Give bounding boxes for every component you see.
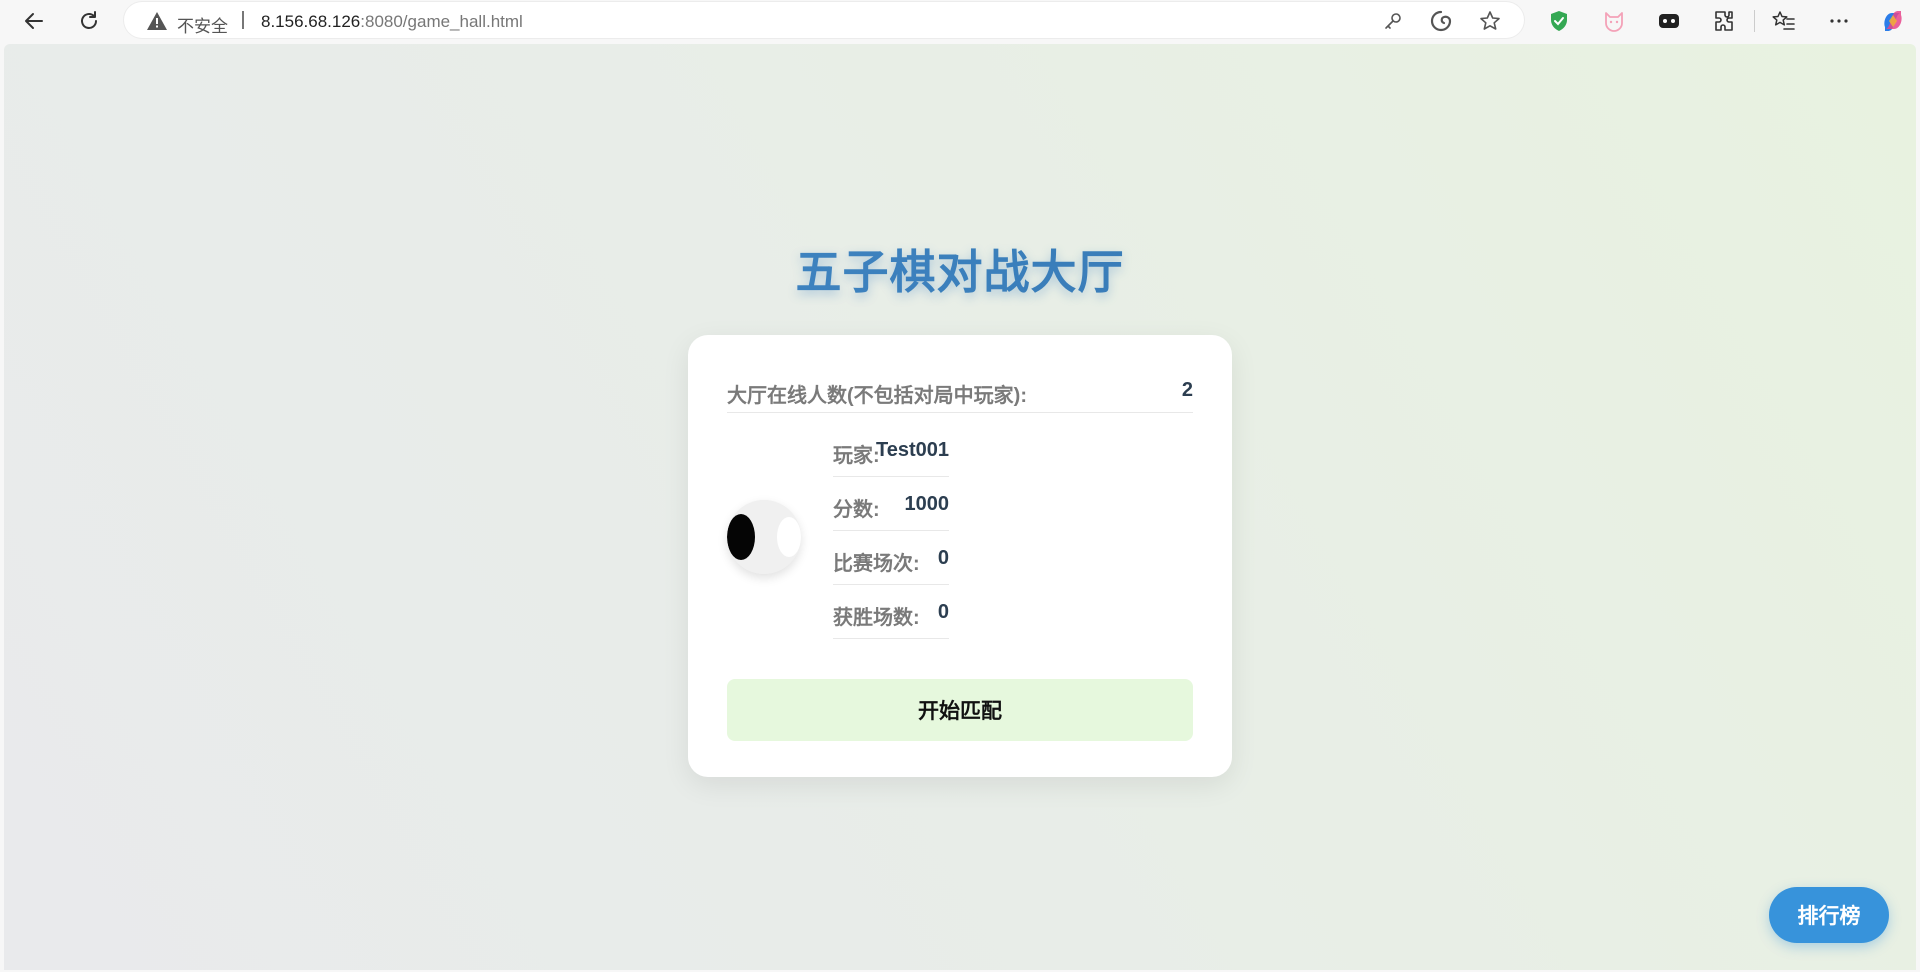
hall-card: 大厅在线人数(不包括对局中玩家): 2 玩家: Test001 分数: 1000… [688, 335, 1232, 777]
player-name-row: 玩家: Test001 [833, 423, 949, 477]
warning-icon [147, 12, 167, 30]
more-menu-icon[interactable] [1825, 7, 1853, 35]
url-host: 8.156.68.126 [261, 12, 361, 31]
page-title: 五子棋对战大厅 [4, 236, 1916, 302]
copilot-icon[interactable] [1879, 7, 1907, 35]
score-row: 分数: 1000 [833, 477, 949, 531]
player-name-label: 玩家: [833, 445, 880, 467]
address-bar[interactable]: 不安全 8.156.68.126:8080/game_hall.html [124, 2, 1524, 38]
leaderboard-button[interactable]: 排行榜 [1769, 887, 1889, 943]
score-label: 分数: [833, 499, 880, 521]
matches-label: 比赛场次: [833, 553, 920, 575]
favorites-list-icon[interactable] [1770, 7, 1798, 35]
browser-toolbar: 不安全 8.156.68.126:8080/game_hall.html [0, 0, 1920, 41]
edge-reader-icon[interactable] [1430, 10, 1452, 32]
address-divider [242, 11, 244, 29]
avatar [727, 500, 801, 574]
reload-button[interactable] [72, 4, 106, 38]
favorite-star-icon[interactable] [1479, 10, 1501, 32]
wins-value: 0 [937, 601, 949, 623]
score-value: 1000 [904, 493, 950, 515]
matches-row: 比赛场次: 0 [833, 531, 949, 585]
url-text[interactable]: 8.156.68.126:8080/game_hall.html [261, 12, 523, 32]
player-name-value: Test001 [875, 439, 949, 461]
wins-label: 获胜场数: [833, 607, 920, 629]
online-count-value: 2 [1181, 379, 1193, 401]
player-info: 玩家: Test001 分数: 1000 比赛场次: 0 获胜场数: 0 [833, 423, 949, 639]
game-extension-icon[interactable] [1655, 7, 1683, 35]
url-path: :8080/game_hall.html [360, 12, 523, 31]
gomoku-stones-icon [727, 500, 801, 574]
shield-extension-icon[interactable] [1545, 7, 1573, 35]
online-count-row: 大厅在线人数(不包括对局中玩家): 2 [727, 369, 1193, 413]
page-viewport: 五子棋对战大厅 大厅在线人数(不包括对局中玩家): 2 玩家: Test001 … [4, 44, 1916, 970]
matches-value: 0 [937, 547, 949, 569]
online-count-label: 大厅在线人数(不包括对局中玩家): [727, 385, 1027, 407]
back-arrow-icon [25, 13, 43, 29]
cat-extension-icon[interactable] [1600, 7, 1628, 35]
toolbar-divider [1754, 10, 1755, 32]
security-label[interactable]: 不安全 [177, 12, 228, 37]
key-icon[interactable] [1382, 10, 1404, 32]
wins-row: 获胜场数: 0 [833, 585, 949, 639]
extensions-puzzle-icon[interactable] [1710, 7, 1738, 35]
back-button[interactable] [17, 4, 51, 38]
start-match-button[interactable]: 开始匹配 [727, 679, 1193, 741]
reload-icon [81, 11, 97, 29]
